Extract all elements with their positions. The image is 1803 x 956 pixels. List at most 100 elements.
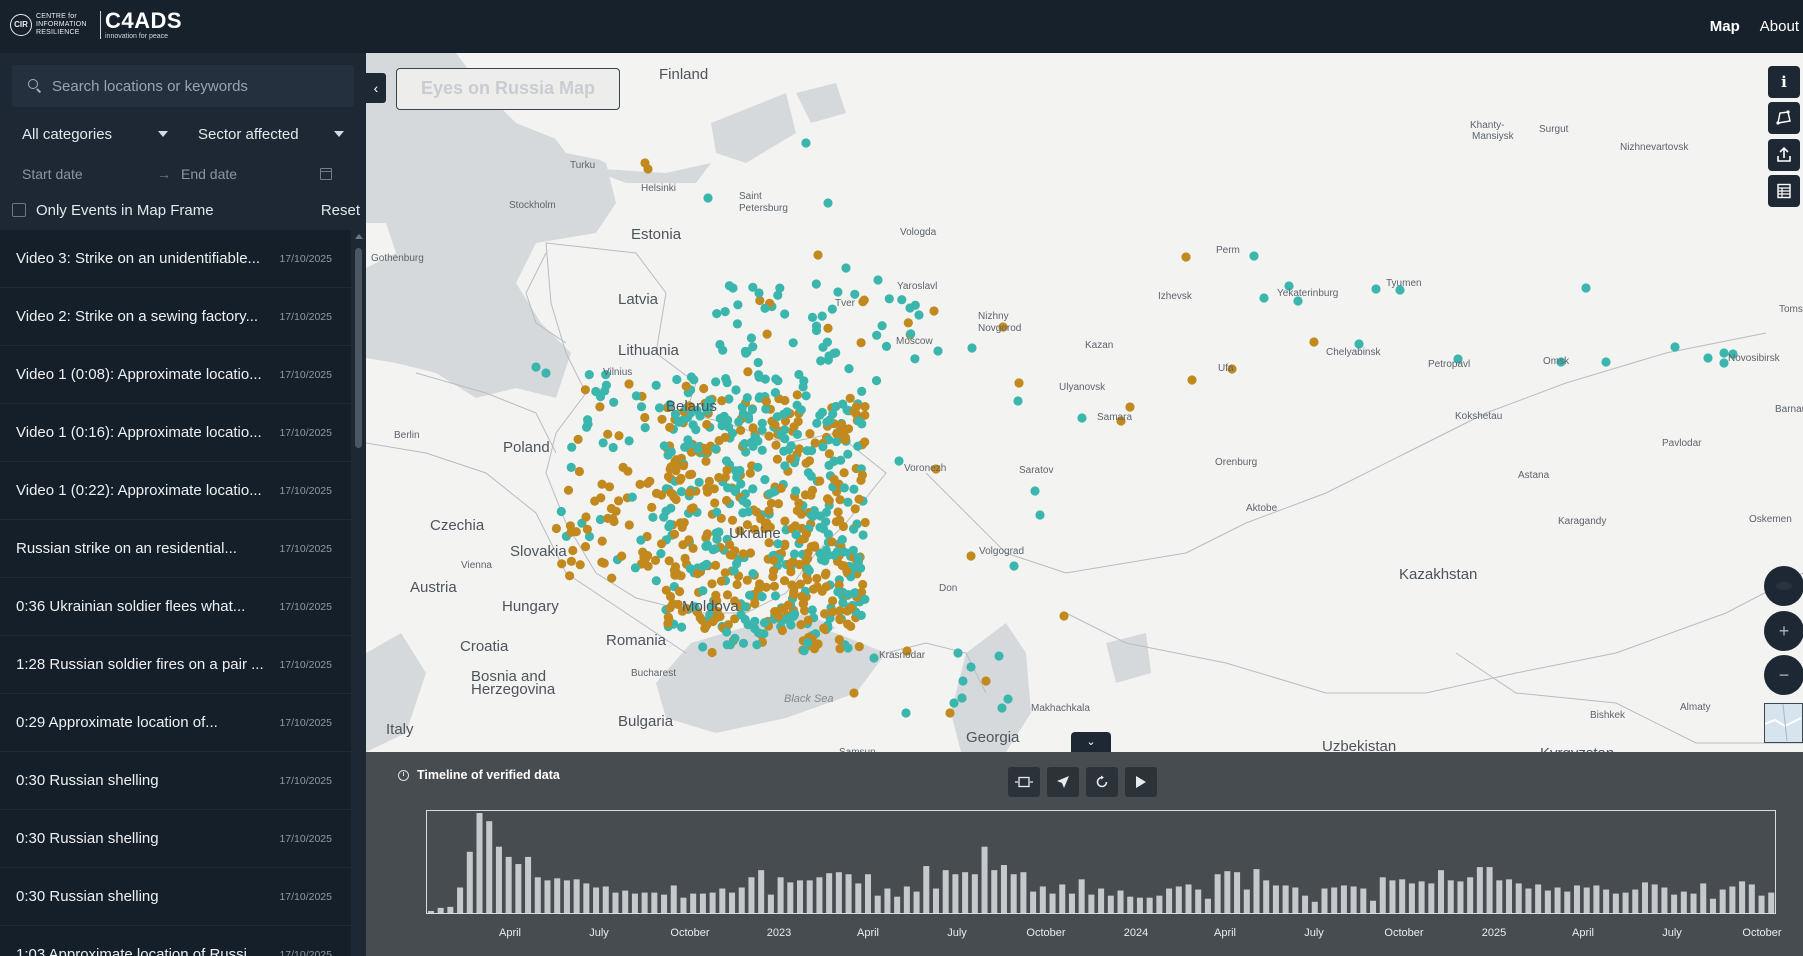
event-marker[interactable] bbox=[857, 386, 867, 396]
event-marker[interactable] bbox=[846, 621, 856, 632]
event-marker[interactable] bbox=[1187, 375, 1197, 385]
collapse-sidebar-button[interactable]: ‹ bbox=[366, 73, 386, 103]
event-marker[interactable] bbox=[849, 688, 859, 698]
event-marker[interactable] bbox=[603, 429, 613, 439]
event-marker[interactable] bbox=[1003, 694, 1013, 704]
fly-to-icon[interactable] bbox=[1047, 767, 1079, 797]
event-marker[interactable] bbox=[666, 488, 676, 498]
event-list-item[interactable]: 1:03 Approximate location of Russi... 17/… bbox=[0, 926, 351, 956]
event-marker[interactable] bbox=[768, 487, 778, 497]
event-marker[interactable] bbox=[541, 368, 551, 378]
event-marker[interactable] bbox=[665, 519, 675, 529]
event-marker[interactable] bbox=[769, 555, 779, 565]
event-marker[interactable] bbox=[636, 535, 646, 545]
event-marker[interactable] bbox=[703, 487, 713, 497]
event-marker[interactable] bbox=[877, 321, 887, 331]
event-marker[interactable] bbox=[608, 442, 618, 453]
event-marker[interactable] bbox=[933, 346, 943, 356]
event-marker[interactable] bbox=[757, 445, 767, 455]
event-marker[interactable] bbox=[666, 503, 676, 513]
event-marker[interactable] bbox=[624, 436, 634, 446]
event-marker[interactable] bbox=[746, 333, 756, 343]
basemap-thumbnail[interactable] bbox=[1764, 703, 1803, 743]
event-marker[interactable] bbox=[823, 323, 833, 333]
event-marker[interactable] bbox=[1670, 342, 1680, 352]
event-marker[interactable] bbox=[854, 642, 864, 652]
event-marker[interactable] bbox=[1077, 413, 1087, 423]
event-marker[interactable] bbox=[729, 566, 739, 576]
event-marker[interactable] bbox=[857, 419, 867, 429]
event-marker[interactable] bbox=[745, 468, 755, 478]
category-select[interactable]: All categories bbox=[12, 117, 178, 151]
event-marker[interactable] bbox=[721, 456, 732, 466]
event-marker[interactable] bbox=[770, 388, 780, 398]
event-marker[interactable] bbox=[714, 472, 724, 483]
event-marker[interactable] bbox=[815, 476, 825, 486]
event-marker[interactable] bbox=[742, 393, 752, 403]
event-marker[interactable] bbox=[804, 456, 815, 466]
event-marker[interactable] bbox=[669, 529, 680, 539]
event-marker[interactable] bbox=[665, 422, 675, 432]
event-marker[interactable] bbox=[701, 456, 711, 466]
event-marker[interactable] bbox=[669, 565, 679, 575]
event-marker[interactable] bbox=[678, 461, 689, 471]
event-marker[interactable] bbox=[738, 549, 748, 559]
event-marker[interactable] bbox=[688, 543, 698, 553]
event-marker[interactable] bbox=[693, 444, 703, 454]
event-marker[interactable] bbox=[860, 437, 870, 447]
event-marker[interactable] bbox=[822, 337, 832, 347]
event-marker[interactable] bbox=[565, 571, 575, 581]
event-marker[interactable] bbox=[813, 250, 823, 260]
event-marker[interactable] bbox=[857, 470, 867, 480]
event-marker[interactable] bbox=[686, 504, 696, 514]
event-marker[interactable] bbox=[860, 517, 870, 528]
event-marker[interactable] bbox=[776, 429, 786, 439]
event-marker[interactable] bbox=[591, 386, 601, 397]
event-marker[interactable] bbox=[841, 263, 851, 273]
info-icon[interactable]: i bbox=[1768, 66, 1800, 98]
event-marker[interactable] bbox=[903, 318, 913, 328]
event-marker[interactable] bbox=[824, 460, 834, 470]
event-marker[interactable] bbox=[567, 442, 577, 452]
event-marker[interactable] bbox=[582, 524, 592, 534]
event-list-item[interactable]: 0:30 Russian shelling 17/10/2025 bbox=[0, 868, 351, 926]
search-input[interactable] bbox=[52, 77, 342, 95]
event-marker[interactable] bbox=[779, 576, 790, 586]
event-marker[interactable] bbox=[681, 381, 691, 391]
event-marker[interactable] bbox=[711, 444, 721, 454]
event-marker[interactable] bbox=[803, 548, 813, 558]
calendar-icon[interactable] bbox=[320, 168, 332, 180]
event-marker[interactable] bbox=[716, 576, 726, 586]
event-marker[interactable] bbox=[573, 434, 583, 444]
event-marker[interactable] bbox=[663, 618, 673, 629]
event-marker[interactable] bbox=[715, 413, 725, 424]
event-marker[interactable] bbox=[640, 412, 650, 423]
event-marker[interactable] bbox=[840, 435, 850, 445]
event-marker[interactable] bbox=[1014, 378, 1024, 388]
event-marker[interactable] bbox=[711, 377, 721, 387]
event-marker[interactable] bbox=[680, 553, 690, 563]
event-marker[interactable] bbox=[672, 374, 682, 385]
event-marker[interactable] bbox=[786, 441, 796, 451]
event-marker[interactable] bbox=[792, 390, 802, 400]
event-marker[interactable] bbox=[773, 611, 783, 621]
event-marker[interactable] bbox=[856, 338, 866, 348]
event-marker[interactable] bbox=[839, 483, 849, 493]
event-marker[interactable] bbox=[732, 319, 742, 329]
event-marker[interactable] bbox=[871, 376, 882, 386]
event-marker[interactable] bbox=[597, 536, 607, 546]
event-marker[interactable] bbox=[829, 348, 839, 358]
event-marker[interactable] bbox=[873, 275, 883, 285]
event-marker[interactable] bbox=[722, 627, 732, 637]
event-marker[interactable] bbox=[745, 590, 755, 600]
event-marker[interactable] bbox=[807, 446, 817, 456]
event-marker[interactable] bbox=[575, 560, 585, 570]
reset-timeline-icon[interactable] bbox=[1086, 767, 1118, 797]
event-list-item[interactable]: Video 2: Strike on a sewing factory... 17… bbox=[0, 288, 351, 346]
event-marker[interactable] bbox=[831, 437, 842, 447]
event-marker[interactable] bbox=[645, 476, 655, 486]
event-marker[interactable] bbox=[675, 586, 685, 597]
event-marker[interactable] bbox=[1030, 486, 1040, 496]
event-marker[interactable] bbox=[828, 607, 838, 617]
event-marker[interactable] bbox=[817, 311, 827, 321]
